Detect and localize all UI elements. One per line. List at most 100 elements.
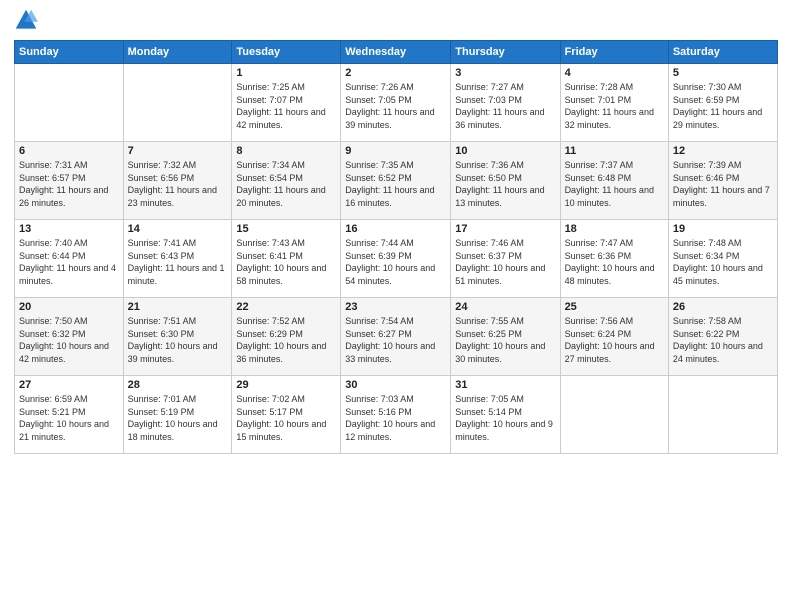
day-number: 13 [19,223,119,235]
day-info: Sunrise: 6:59 AM Sunset: 5:21 PM Dayligh… [19,393,119,443]
calendar-cell: 22 Sunrise: 7:52 AM Sunset: 6:29 PM Dayli… [232,298,341,376]
day-number: 24 [455,301,555,313]
calendar-cell: 12 Sunrise: 7:39 AM Sunset: 6:46 PM Dayli… [668,142,777,220]
calendar-table: Sunday Monday Tuesday Wednesday Thursday… [14,40,778,454]
day-number: 3 [455,67,555,79]
calendar-cell: 28 Sunrise: 7:01 AM Sunset: 5:19 PM Dayli… [123,376,232,454]
day-info: Sunrise: 7:31 AM Sunset: 6:57 PM Dayligh… [19,159,119,209]
calendar-cell: 25 Sunrise: 7:56 AM Sunset: 6:24 PM Dayli… [560,298,668,376]
col-sunday: Sunday [15,41,124,64]
day-number: 11 [565,145,664,157]
day-number: 21 [128,301,228,313]
calendar-cell [123,64,232,142]
day-info: Sunrise: 7:52 AM Sunset: 6:29 PM Dayligh… [236,315,336,365]
calendar-cell: 13 Sunrise: 7:40 AM Sunset: 6:44 PM Dayli… [15,220,124,298]
calendar-cell: 10 Sunrise: 7:36 AM Sunset: 6:50 PM Dayli… [451,142,560,220]
calendar-cell: 26 Sunrise: 7:58 AM Sunset: 6:22 PM Dayli… [668,298,777,376]
day-info: Sunrise: 7:50 AM Sunset: 6:32 PM Dayligh… [19,315,119,365]
page: Sunday Monday Tuesday Wednesday Thursday… [0,0,792,612]
day-info: Sunrise: 7:01 AM Sunset: 5:19 PM Dayligh… [128,393,228,443]
calendar-cell: 30 Sunrise: 7:03 AM Sunset: 5:16 PM Dayli… [341,376,451,454]
day-info: Sunrise: 7:03 AM Sunset: 5:16 PM Dayligh… [345,393,446,443]
day-number: 9 [345,145,446,157]
day-number: 16 [345,223,446,235]
calendar-cell: 11 Sunrise: 7:37 AM Sunset: 6:48 PM Dayli… [560,142,668,220]
day-number: 1 [236,67,336,79]
day-info: Sunrise: 7:56 AM Sunset: 6:24 PM Dayligh… [565,315,664,365]
day-number: 20 [19,301,119,313]
calendar-cell: 7 Sunrise: 7:32 AM Sunset: 6:56 PM Daylig… [123,142,232,220]
calendar-week-1: 1Sunrise: 7:25 AM Sunset: 7:07 PM Daylig… [15,64,778,142]
header-row: Sunday Monday Tuesday Wednesday Thursday… [15,41,778,64]
day-number: 29 [236,379,336,391]
calendar-week-4: 20 Sunrise: 7:50 AM Sunset: 6:32 PM Dayli… [15,298,778,376]
day-info: Sunrise: 7:51 AM Sunset: 6:30 PM Dayligh… [128,315,228,365]
col-thursday: Thursday [451,41,560,64]
day-number: 18 [565,223,664,235]
calendar-cell: 14Sunrise: 7:41 AM Sunset: 6:43 PM Dayli… [123,220,232,298]
calendar-cell: 18 Sunrise: 7:47 AM Sunset: 6:36 PM Dayli… [560,220,668,298]
day-info: Sunrise: 7:02 AM Sunset: 5:17 PM Dayligh… [236,393,336,443]
calendar-cell [15,64,124,142]
day-number: 31 [455,379,555,391]
day-info: Sunrise: 7:39 AM Sunset: 6:46 PM Dayligh… [673,159,773,209]
col-tuesday: Tuesday [232,41,341,64]
day-info: Sunrise: 7:58 AM Sunset: 6:22 PM Dayligh… [673,315,773,365]
day-number: 27 [19,379,119,391]
day-info: Sunrise: 7:36 AM Sunset: 6:50 PM Dayligh… [455,159,555,209]
col-friday: Friday [560,41,668,64]
calendar-cell: 5 Sunrise: 7:30 AM Sunset: 6:59 PM Daylig… [668,64,777,142]
calendar-week-2: 6Sunrise: 7:31 AM Sunset: 6:57 PM Daylig… [15,142,778,220]
day-info: Sunrise: 7:48 AM Sunset: 6:34 PM Dayligh… [673,237,773,287]
calendar-cell: 23 Sunrise: 7:54 AM Sunset: 6:27 PM Dayli… [341,298,451,376]
day-info: Sunrise: 7:54 AM Sunset: 6:27 PM Dayligh… [345,315,446,365]
calendar-cell: 31Sunrise: 7:05 AM Sunset: 5:14 PM Dayli… [451,376,560,454]
calendar-cell: 27 Sunrise: 6:59 AM Sunset: 5:21 PM Dayli… [15,376,124,454]
day-info: Sunrise: 7:40 AM Sunset: 6:44 PM Dayligh… [19,237,119,287]
day-info: Sunrise: 7:47 AM Sunset: 6:36 PM Dayligh… [565,237,664,287]
day-number: 17 [455,223,555,235]
calendar-cell: 3Sunrise: 7:27 AM Sunset: 7:03 PM Daylig… [451,64,560,142]
calendar-cell: 20 Sunrise: 7:50 AM Sunset: 6:32 PM Dayli… [15,298,124,376]
col-saturday: Saturday [668,41,777,64]
day-number: 23 [345,301,446,313]
calendar-cell: 8Sunrise: 7:34 AM Sunset: 6:54 PM Daylig… [232,142,341,220]
day-info: Sunrise: 7:37 AM Sunset: 6:48 PM Dayligh… [565,159,664,209]
day-number: 12 [673,145,773,157]
day-number: 30 [345,379,446,391]
day-number: 10 [455,145,555,157]
day-number: 22 [236,301,336,313]
day-info: Sunrise: 7:34 AM Sunset: 6:54 PM Dayligh… [236,159,336,209]
day-number: 28 [128,379,228,391]
day-number: 7 [128,145,228,157]
day-number: 26 [673,301,773,313]
calendar-cell [668,376,777,454]
day-info: Sunrise: 7:28 AM Sunset: 7:01 PM Dayligh… [565,81,664,131]
calendar-cell: 16 Sunrise: 7:44 AM Sunset: 6:39 PM Dayli… [341,220,451,298]
calendar-cell: 2Sunrise: 7:26 AM Sunset: 7:05 PM Daylig… [341,64,451,142]
day-number: 15 [236,223,336,235]
day-number: 25 [565,301,664,313]
calendar-cell [560,376,668,454]
day-info: Sunrise: 7:26 AM Sunset: 7:05 PM Dayligh… [345,81,446,131]
calendar-cell: 15 Sunrise: 7:43 AM Sunset: 6:41 PM Dayli… [232,220,341,298]
calendar-cell: 4Sunrise: 7:28 AM Sunset: 7:01 PM Daylig… [560,64,668,142]
calendar-cell: 19 Sunrise: 7:48 AM Sunset: 6:34 PM Dayli… [668,220,777,298]
day-number: 5 [673,67,773,79]
logo-icon [14,8,38,32]
calendar-week-3: 13 Sunrise: 7:40 AM Sunset: 6:44 PM Dayli… [15,220,778,298]
calendar-cell: 24Sunrise: 7:55 AM Sunset: 6:25 PM Dayli… [451,298,560,376]
calendar-cell: 29 Sunrise: 7:02 AM Sunset: 5:17 PM Dayli… [232,376,341,454]
day-info: Sunrise: 7:44 AM Sunset: 6:39 PM Dayligh… [345,237,446,287]
day-number: 19 [673,223,773,235]
header [14,10,778,32]
day-info: Sunrise: 7:43 AM Sunset: 6:41 PM Dayligh… [236,237,336,287]
day-info: Sunrise: 7:41 AM Sunset: 6:43 PM Dayligh… [128,237,228,287]
col-monday: Monday [123,41,232,64]
day-info: Sunrise: 7:32 AM Sunset: 6:56 PM Dayligh… [128,159,228,209]
calendar-cell: 9Sunrise: 7:35 AM Sunset: 6:52 PM Daylig… [341,142,451,220]
day-info: Sunrise: 7:30 AM Sunset: 6:59 PM Dayligh… [673,81,773,131]
col-wednesday: Wednesday [341,41,451,64]
day-info: Sunrise: 7:46 AM Sunset: 6:37 PM Dayligh… [455,237,555,287]
calendar-cell: 6Sunrise: 7:31 AM Sunset: 6:57 PM Daylig… [15,142,124,220]
